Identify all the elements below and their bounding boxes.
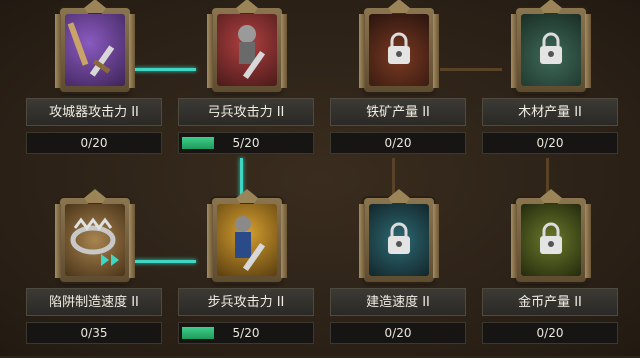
skill-card-archer[interactable]: 弓兵攻击力 II 5/20 bbox=[178, 0, 314, 168]
progress-text: 0/20 bbox=[384, 136, 412, 150]
skill-card-wood[interactable]: 木材产量 II 0/20 bbox=[482, 0, 618, 168]
lock-icon bbox=[388, 32, 410, 64]
progress-text: 0/20 bbox=[384, 326, 412, 340]
progress-text: 5/20 bbox=[232, 136, 260, 150]
skill-card-gold[interactable]: 金币产量 II 0/20 bbox=[482, 189, 618, 358]
progress-text: 0/20 bbox=[536, 136, 564, 150]
skill-frame bbox=[55, 0, 135, 92]
skill-frame bbox=[511, 0, 591, 92]
progress-bar: 0/20 bbox=[482, 132, 618, 154]
lock-icon bbox=[540, 32, 562, 64]
skill-frame bbox=[55, 189, 135, 282]
progress-bar: 0/20 bbox=[482, 322, 618, 344]
skill-card-siege[interactable]: 攻城器攻击力 II 0/20 bbox=[26, 0, 162, 168]
lumber-art bbox=[521, 14, 581, 86]
progress-bar: 0/35 bbox=[26, 322, 162, 344]
progress-text: 0/20 bbox=[80, 136, 108, 150]
skill-card-infantry[interactable]: 步兵攻击力 II 5/20 bbox=[178, 189, 314, 358]
building-art bbox=[369, 204, 429, 276]
iron-mine-art bbox=[369, 14, 429, 86]
archer-icon bbox=[217, 14, 277, 86]
lock-icon bbox=[388, 222, 410, 254]
skill-card-build[interactable]: 建造速度 II 0/20 bbox=[330, 189, 466, 358]
progress-text: 5/20 bbox=[232, 326, 260, 340]
skill-label: 攻城器攻击力 II bbox=[26, 98, 162, 126]
skill-frame bbox=[359, 189, 439, 282]
progress-bar: 0/20 bbox=[330, 132, 466, 154]
skill-card-iron[interactable]: 铁矿产量 II 0/20 bbox=[330, 0, 466, 168]
progress-text: 0/20 bbox=[536, 326, 564, 340]
skill-label: 步兵攻击力 II bbox=[178, 288, 314, 316]
progress-bar: 5/20 bbox=[178, 132, 314, 154]
gold-art bbox=[521, 204, 581, 276]
progress-text: 0/35 bbox=[80, 326, 108, 340]
skill-label: 陷阱制造速度 II bbox=[26, 288, 162, 316]
skill-frame bbox=[359, 0, 439, 92]
progress-bar: 0/20 bbox=[330, 322, 466, 344]
progress-bar: 5/20 bbox=[178, 322, 314, 344]
lock-icon bbox=[540, 222, 562, 254]
skill-frame bbox=[511, 189, 591, 282]
skill-label: 弓兵攻击力 II bbox=[178, 98, 314, 126]
skill-frame bbox=[207, 0, 287, 92]
skill-card-trap[interactable]: 陷阱制造速度 II 0/35 bbox=[26, 189, 162, 358]
siege-weapon-icon bbox=[65, 14, 125, 86]
skill-label: 金币产量 II bbox=[482, 288, 618, 316]
progress-bar: 0/20 bbox=[26, 132, 162, 154]
skill-frame bbox=[207, 189, 287, 282]
trap-icon bbox=[65, 204, 125, 276]
skill-label: 木材产量 II bbox=[482, 98, 618, 126]
skill-label: 铁矿产量 II bbox=[330, 98, 466, 126]
infantry-icon bbox=[217, 204, 277, 276]
skill-label: 建造速度 II bbox=[330, 288, 466, 316]
